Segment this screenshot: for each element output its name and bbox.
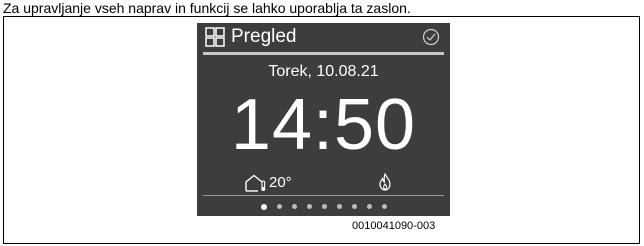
overview-grid-icon: [205, 27, 225, 47]
page-dot[interactable]: [381, 204, 387, 209]
current-time: 14:50: [230, 85, 417, 165]
display-header: Pregled: [197, 23, 450, 51]
screen-title: Pregled: [231, 26, 297, 47]
figure-caption: Za upravljanje vseh naprav in funkcij se…: [3, 0, 411, 16]
header-divider: [203, 52, 444, 55]
house-thermometer-icon: [245, 174, 266, 192]
page-indicator[interactable]: [197, 204, 450, 212]
temperature-value: 20°: [269, 174, 292, 191]
page-dot-active[interactable]: [260, 204, 267, 210]
check-circle-icon[interactable]: [422, 28, 440, 46]
page-dot[interactable]: [321, 204, 327, 209]
footer-divider: [203, 195, 444, 196]
page-dot[interactable]: [336, 204, 342, 209]
flame-icon: [379, 173, 391, 191]
page-dot[interactable]: [306, 204, 312, 209]
figure-code: 0010041090-003: [352, 220, 436, 232]
current-date: Torek, 10.08.21: [268, 63, 379, 80]
device-display: Pregled Torek, 10.08.21 14:50 20°: [197, 23, 450, 216]
page-dot[interactable]: [291, 204, 297, 209]
page-dot[interactable]: [276, 204, 282, 209]
page-dot[interactable]: [366, 204, 372, 209]
page-dot[interactable]: [351, 204, 357, 209]
